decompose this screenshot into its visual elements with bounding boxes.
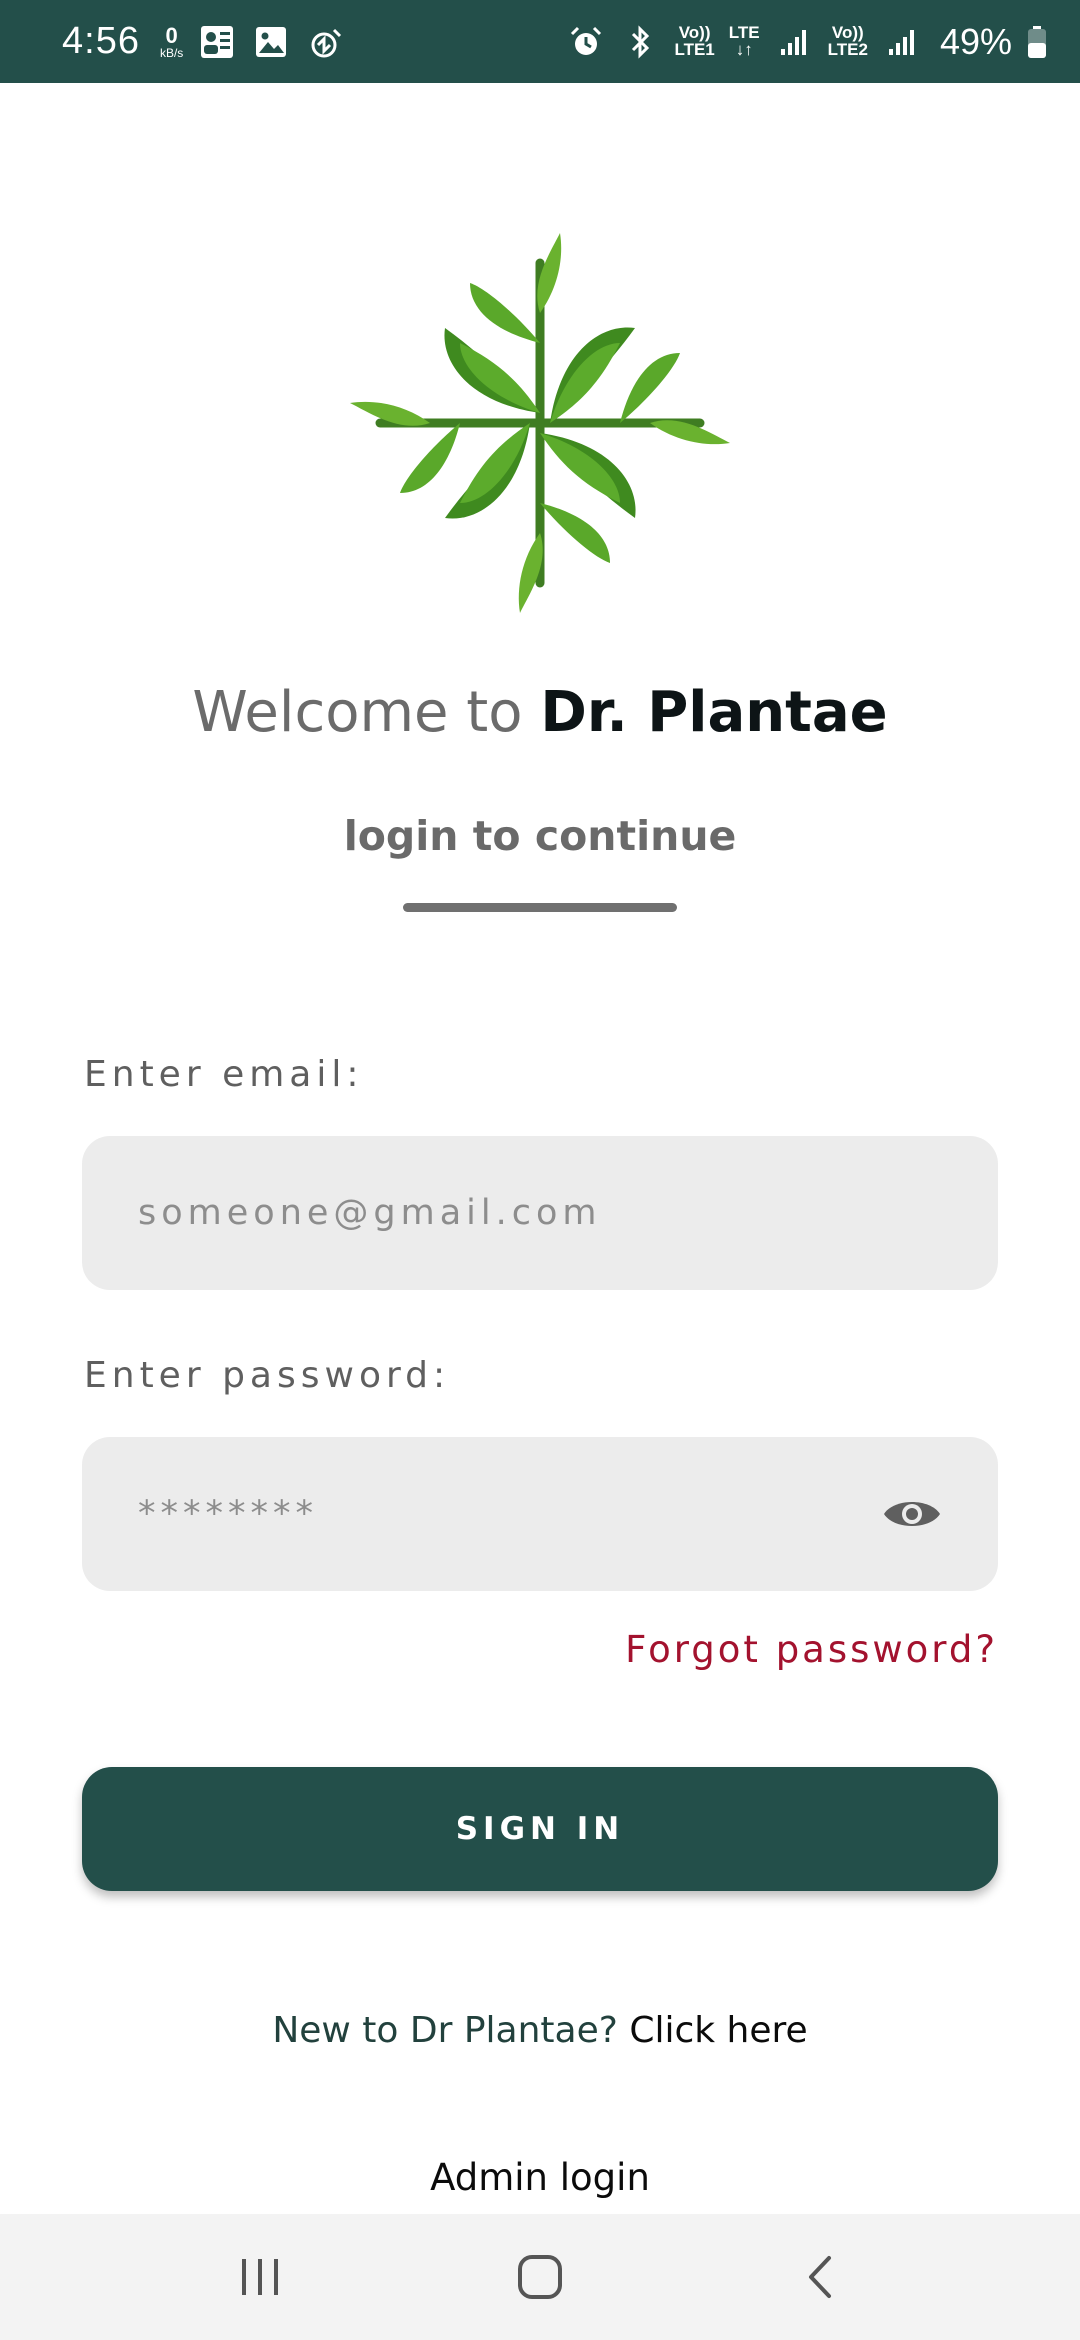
network-2-indicator: Vo)) LTE2 xyxy=(827,24,868,59)
password-label: Enter password: xyxy=(84,1355,451,1396)
subtitle-divider xyxy=(403,903,677,912)
battery-icon xyxy=(1026,22,1048,62)
forgot-password-link[interactable]: Forgot password? xyxy=(625,1628,998,1671)
speed-unit: kB/s xyxy=(159,45,184,60)
email-field[interactable] xyxy=(138,1193,942,1233)
net2-bottom: LTE2 xyxy=(827,39,868,59)
system-nav-bar xyxy=(0,2214,1080,2340)
network-1-indicator: Vo)) LTE1 xyxy=(674,24,715,59)
kb-speed-icon: 0 kB/s xyxy=(159,22,184,60)
status-bar-left: 4:56 0 kB/s xyxy=(62,20,345,63)
status-time: 4:56 xyxy=(62,20,140,62)
status-bar: 4:56 0 kB/s Vo)) LTE1 LTE ↓↑ Vo)) LTE2 4… xyxy=(0,0,1080,83)
sign-in-button[interactable]: SIGN IN xyxy=(82,1767,998,1891)
home-icon[interactable] xyxy=(495,2232,585,2322)
welcome-prefix: Welcome to xyxy=(192,680,541,745)
password-field[interactable] xyxy=(138,1494,882,1534)
alarm-icon xyxy=(566,22,606,62)
register-prompt: New to Dr Plantae? Click here xyxy=(0,2010,1080,2051)
register-link[interactable]: Click here xyxy=(629,2010,807,2051)
dr-plantae-logo xyxy=(345,228,735,618)
data-arrows-icon: ↓↑ xyxy=(735,39,753,59)
register-prompt-text: New to Dr Plantae? xyxy=(272,2010,630,2051)
back-icon[interactable] xyxy=(775,2232,865,2322)
status-bar-right: Vo)) LTE1 LTE ↓↑ Vo)) LTE2 49% xyxy=(566,21,1048,63)
password-field-container xyxy=(82,1437,998,1591)
admin-login-link[interactable]: Admin login xyxy=(0,2156,1080,2199)
lte-indicator: LTE ↓↑ xyxy=(729,24,760,59)
battery-percent: 49% xyxy=(939,20,1012,62)
login-subtitle: login to continue xyxy=(343,812,737,860)
power-saving-icon xyxy=(305,22,345,62)
bluetooth-icon xyxy=(620,22,660,62)
speed-value: 0 xyxy=(165,22,178,48)
profile-icon xyxy=(197,22,237,62)
email-label: Enter email: xyxy=(84,1054,364,1095)
net1-bottom: LTE1 xyxy=(674,39,715,59)
email-field-container xyxy=(82,1136,998,1290)
signal-icon xyxy=(882,22,922,62)
show-password-icon[interactable] xyxy=(882,1492,942,1536)
gallery-icon xyxy=(251,22,291,62)
signal-icon xyxy=(774,22,814,62)
brand-name: Dr. Plantae xyxy=(540,680,888,745)
recent-apps-icon[interactable] xyxy=(215,2232,305,2322)
welcome-heading: Welcome to Dr. Plantae xyxy=(0,680,1080,745)
